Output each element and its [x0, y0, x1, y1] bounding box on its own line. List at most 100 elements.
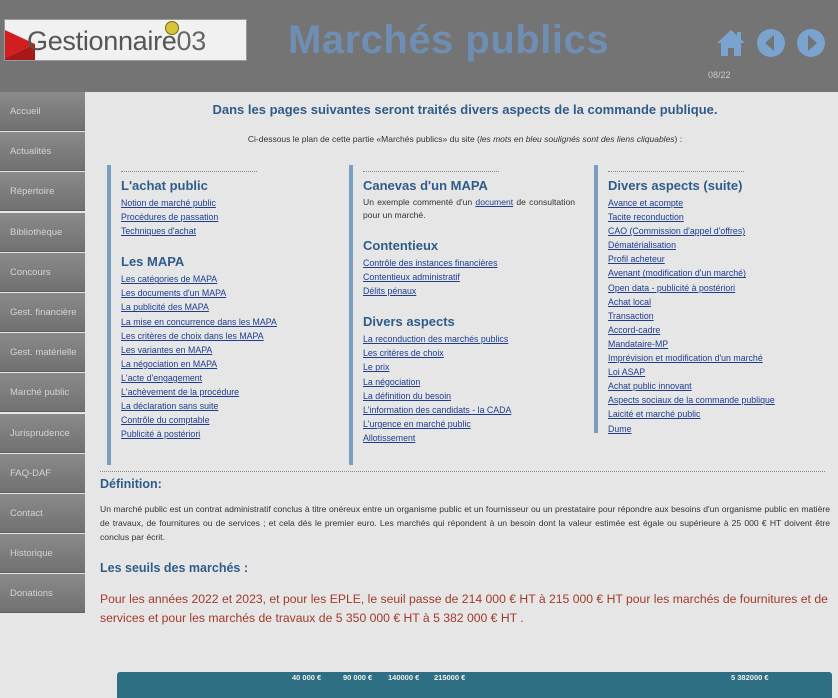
plan-link[interactable]: Avance et acompte [608, 196, 824, 210]
plan-link[interactable]: Imprévision et modification d'un marché [608, 351, 824, 365]
plan-link[interactable]: Techniques d'achat [121, 224, 329, 238]
sidebar-item-marche-public[interactable]: Marché public [0, 373, 85, 413]
section-title-canevas: Canevas d'un MAPA [363, 178, 488, 193]
plan-link[interactable]: CAO (Commission d'appel d'offres) [608, 224, 824, 238]
plan-link[interactable]: La déclaration sans suite [121, 399, 329, 413]
link-list-mapa: Les catégories de MAPA Les documents d'un… [121, 272, 329, 441]
nav-icons [714, 26, 828, 60]
page-title: Marchés publics [288, 18, 609, 62]
canevas-description: Un exemple commenté d'un document de con… [363, 197, 576, 220]
plan-link[interactable]: Contrôle du comptable [121, 413, 329, 427]
plan-link[interactable]: Notion de marché public [121, 196, 329, 210]
section-title-mapa: Les MAPA [121, 254, 185, 270]
plan-column-3: Divers aspects (suite) Avance et acompte… [594, 165, 824, 436]
sidebar-item-actualites[interactable]: Actualités [0, 132, 85, 172]
section-divider [100, 471, 825, 472]
sidebar-item-repertoire[interactable]: Répertoire [0, 172, 85, 212]
section-title-contentieux: Contentieux [363, 238, 439, 253]
sidebar-item-gest-materielle[interactable]: Gest. matérielle [0, 333, 85, 373]
document-link[interactable]: document [475, 197, 513, 207]
plan-link[interactable]: Procédures de passation [121, 210, 329, 224]
plan-link[interactable]: La publicité des MAPA [121, 300, 329, 314]
link-list-divers-aspects: La reconduction des marchés publics Les c… [363, 332, 575, 445]
seuils-text: Pour les années 2022 et 2023, et pour le… [100, 592, 828, 625]
plan-link[interactable]: Allotissement [363, 431, 575, 445]
intro-heading: Dans les pages suivantes seront traités … [212, 102, 718, 117]
plan-column-1: L'achat public Notion de marché public Pr… [107, 165, 329, 465]
sidebar-item-jurisprudence[interactable]: Jurisprudence [0, 413, 85, 453]
home-icon[interactable] [714, 26, 748, 60]
definition-text: Un marché public est un contrat administ… [100, 504, 830, 542]
plan-link[interactable]: Contrôle des instances financières [363, 256, 575, 270]
plan-link[interactable]: La reconduction des marchés publics [363, 332, 575, 346]
sidebar-item-contact[interactable]: Contact [0, 493, 85, 533]
dotted-divider [363, 171, 499, 172]
plan-link[interactable]: Les catégories de MAPA [121, 272, 329, 286]
logo-number: 03 [176, 26, 207, 56]
next-icon[interactable] [794, 26, 828, 60]
plan-note: Ci-dessous le plan de cette partie «Marc… [247, 134, 683, 144]
table-value: 140000 € [388, 673, 420, 682]
main-content: Dans les pages suivantes seront traités … [94, 92, 836, 628]
definition-title: Définition: [100, 477, 162, 491]
link-list-achat-public: Notion de marché public Procédures de pas… [121, 196, 329, 238]
plan-link[interactable]: Dume [608, 422, 824, 436]
plan-link[interactable]: La mise en concurrence dans les MAPA [121, 315, 329, 329]
plan-link[interactable]: L'achèvement de la procédure [121, 385, 329, 399]
plan-link[interactable]: Mandataire-MP [608, 337, 824, 351]
plan-link[interactable]: Profil acheteur [608, 252, 824, 266]
sidebar-item-accueil[interactable]: Accueil [0, 92, 85, 131]
plan-link[interactable]: Avenant (modification d'un marché) [608, 266, 824, 280]
plan-link[interactable]: Aspects sociaux de la commande publique [608, 393, 824, 407]
plan-link[interactable]: Accord-cadre [608, 323, 824, 337]
plan-link[interactable]: Le prix [363, 360, 575, 374]
plan-link[interactable]: Les variantes en MAPA [121, 343, 329, 357]
plan-link[interactable]: L'urgence en marché public [363, 417, 575, 431]
logo-text: Gestionnaire [27, 26, 177, 56]
sidebar-item-donations[interactable]: Donations [0, 574, 85, 614]
link-list-contentieux: Contrôle des instances financières Conten… [363, 256, 575, 298]
sidebar-item-faq-daf[interactable]: FAQ-DAF [0, 453, 85, 493]
seuils-table-header: 40 000 € 90 000 € 140000 € 215000 € 5 38… [117, 672, 832, 698]
plan-link[interactable]: Publicité à postériori [121, 427, 329, 441]
dotted-divider [608, 171, 744, 172]
page-indicator: 08/22 [708, 70, 731, 80]
plan-link[interactable]: Loi ASAP [608, 365, 824, 379]
sidebar-item-gest-financiere[interactable]: Gest. financière [0, 292, 85, 332]
table-value: 90 000 € [343, 673, 373, 682]
previous-icon[interactable] [754, 26, 788, 60]
plan-link[interactable]: Achat local [608, 295, 824, 309]
link-list-divers-suite: Avance et acompte Tacite reconduction CAO … [608, 196, 824, 436]
plan-link[interactable]: Transaction [608, 309, 824, 323]
plan-link[interactable]: Délits pénaux [363, 284, 575, 298]
plan-link[interactable]: Contentieux administratif [363, 270, 575, 284]
header: Gestionnaire03 Marchés publics 08/22 [0, 0, 838, 92]
plan-link[interactable]: L'information des candidats - la CADA [363, 403, 575, 417]
sidebar-item-historique[interactable]: Historique [0, 534, 85, 574]
plan-link[interactable]: La définition du besoin [363, 389, 575, 403]
section-title-divers-aspects: Divers aspects [363, 314, 455, 330]
plan-link[interactable]: Tacite reconduction [608, 210, 824, 224]
plan-link[interactable]: L'acte d'engagement [121, 371, 329, 385]
plan-column-2: Canevas d'un MAPA Un exemple commenté d'… [349, 165, 575, 465]
plan-link[interactable]: Achat public innovant [608, 379, 824, 393]
plan-link[interactable]: Laicité et marché public [608, 407, 824, 421]
table-value: 5 382000 € [731, 673, 769, 682]
seuils-title: Les seuils des marchés : [100, 561, 248, 575]
table-value: 40 000 € [292, 673, 322, 682]
sidebar: Accueil Actualités Répertoire Bibliothèq… [0, 92, 85, 614]
section-title-divers-suite: Divers aspects (suite) [608, 178, 743, 193]
plan-link[interactable]: La négociation [363, 375, 575, 389]
table-value: 215000 € [434, 673, 466, 682]
dotted-divider [121, 171, 257, 172]
plan-link[interactable]: Les critères de choix [363, 346, 575, 360]
plan-link[interactable]: Les documents d'un MAPA [121, 286, 329, 300]
section-title-achat-public: L'achat public [121, 178, 208, 193]
site-logo[interactable]: Gestionnaire03 [4, 19, 247, 61]
plan-link[interactable]: Dématérialisation [608, 238, 824, 252]
sidebar-item-bibliotheque[interactable]: Bibliothèque [0, 212, 85, 252]
plan-link[interactable]: Les critères de choix dans les MAPA [121, 329, 329, 343]
sidebar-item-concours[interactable]: Concours [0, 252, 85, 292]
plan-link[interactable]: La négociation en MAPA [121, 357, 329, 371]
plan-link[interactable]: Open data - publicité à postériori [608, 281, 824, 295]
